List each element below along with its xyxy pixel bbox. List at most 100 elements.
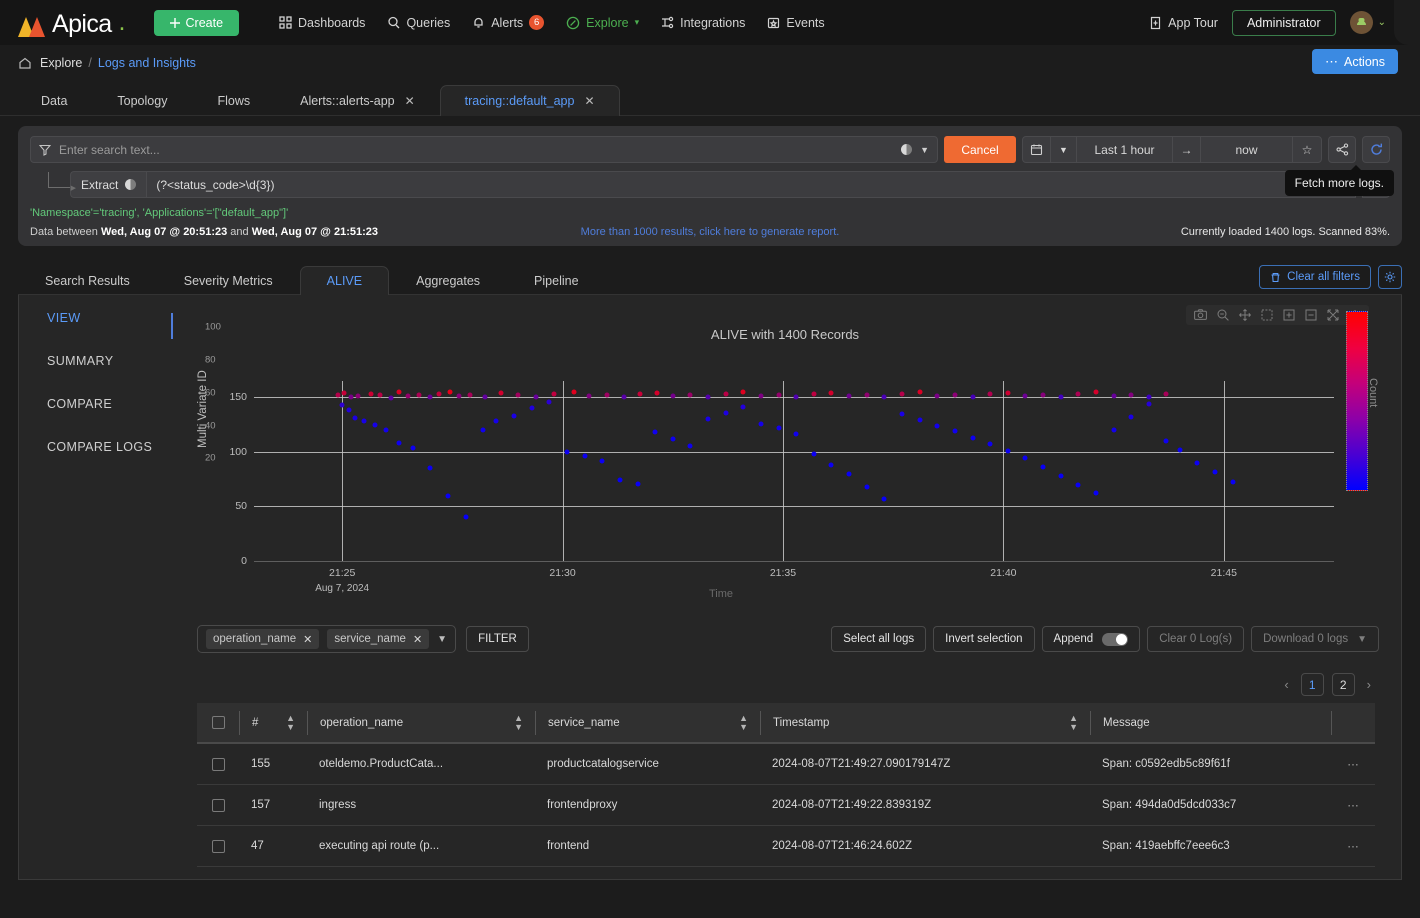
chart-data-point[interactable] — [917, 417, 923, 423]
chart-data-point[interactable] — [1230, 479, 1236, 485]
select-all-checkbox-cell[interactable] — [197, 711, 239, 735]
nav-item-explore[interactable]: Explore ▾ — [566, 16, 639, 30]
token-service-name[interactable]: service_name ✕ — [327, 629, 430, 649]
chart-data-point[interactable] — [864, 392, 870, 398]
row-checkbox[interactable] — [211, 757, 225, 771]
chart-data-point[interactable] — [582, 453, 588, 459]
chart-data-point[interactable] — [511, 413, 517, 419]
chart-data-point[interactable] — [341, 390, 347, 396]
column-header-operation-name[interactable]: operation_name ▲ ▼ — [307, 710, 535, 735]
chart-data-point[interactable] — [1128, 414, 1134, 420]
toggle-switch[interactable] — [1102, 632, 1129, 646]
time-from-value[interactable]: Last 1 hour — [1077, 137, 1173, 162]
row-checkbox[interactable] — [211, 839, 225, 853]
chart-data-point[interactable] — [533, 394, 539, 400]
table-row[interactable]: 47 executing api route (p... frontend 20… — [197, 826, 1375, 867]
chart-data-point[interactable] — [361, 418, 367, 424]
chart-data-point[interactable] — [617, 477, 623, 483]
chart-data-point[interactable] — [1146, 401, 1152, 407]
apica-logo[interactable]: Apica . — [18, 8, 126, 37]
close-icon[interactable]: ✕ — [584, 95, 594, 107]
chart-data-point[interactable] — [427, 394, 433, 400]
chart-data-point[interactable] — [467, 392, 473, 398]
chart-data-point[interactable] — [687, 443, 693, 449]
chart-data-point[interactable] — [355, 393, 361, 399]
sort-icon[interactable]: ▲ ▼ — [286, 714, 295, 731]
chart-data-point[interactable] — [1058, 473, 1064, 479]
extract-state-dot[interactable] — [125, 179, 137, 190]
chart-data-point[interactable] — [1005, 390, 1011, 396]
row-checkbox-cell[interactable] — [197, 798, 239, 812]
chart-data-point[interactable] — [1040, 464, 1046, 470]
refresh-button[interactable] — [1362, 136, 1390, 163]
tab-severity-metrics[interactable]: Severity Metrics — [157, 267, 300, 295]
chart-data-point[interactable] — [899, 411, 905, 417]
sort-icon[interactable]: ▲ ▼ — [739, 714, 748, 731]
row-checkbox[interactable] — [211, 798, 225, 812]
side-nav-compare-logs[interactable]: COMPARE LOGS — [47, 440, 174, 454]
nav-item-alerts[interactable]: Alerts 6 — [472, 15, 545, 30]
chart-data-point[interactable] — [654, 390, 660, 396]
download-logs-button[interactable]: Download 0 logs ▼ — [1251, 626, 1379, 652]
breadcrumb-current[interactable]: Logs and Insights — [98, 56, 196, 70]
nav-item-queries[interactable]: Queries — [387, 16, 450, 30]
chart-data-point[interactable] — [1093, 490, 1099, 496]
chart-data-point[interactable] — [480, 427, 486, 433]
chart-data-point[interactable] — [635, 481, 640, 487]
column-header-timestamp[interactable]: Timestamp ▲ ▼ — [760, 710, 1090, 735]
time-to-value[interactable]: now — [1201, 137, 1293, 162]
chart-data-point[interactable] — [740, 389, 746, 395]
chart-data-point[interactable] — [335, 392, 341, 398]
tab-data[interactable]: Data — [16, 86, 92, 116]
chart-data-point[interactable] — [604, 392, 610, 398]
chart-data-point[interactable] — [372, 422, 378, 428]
chart-data-point[interactable] — [970, 435, 976, 441]
chart-data-point[interactable] — [621, 394, 627, 400]
next-page-button[interactable]: › — [1363, 677, 1375, 692]
row-checkbox-cell[interactable] — [197, 839, 239, 853]
chart-data-point[interactable] — [463, 514, 469, 520]
chart-data-point[interactable] — [1058, 394, 1064, 400]
row-checkbox-cell[interactable] — [197, 757, 239, 771]
chart-data-point[interactable] — [352, 415, 358, 421]
chart-data-point[interactable] — [793, 431, 799, 437]
chart-data-point[interactable] — [586, 393, 592, 399]
chart-data-point[interactable] — [456, 393, 462, 399]
chart-data-point[interactable] — [846, 471, 852, 477]
chart-data-point[interactable] — [529, 405, 535, 411]
chevron-down-icon[interactable]: ▼ — [1357, 634, 1367, 645]
administrator-button[interactable]: Administrator — [1231, 9, 1336, 36]
chart-data-point[interactable] — [899, 391, 905, 397]
actions-button[interactable]: ⋯ Actions — [1312, 49, 1398, 74]
clear-all-filters-button[interactable]: Clear all filters — [1259, 265, 1371, 289]
search-mode-toggle[interactable] — [901, 144, 913, 155]
chart-data-point[interactable] — [346, 407, 352, 413]
table-row[interactable]: 157 ingress frontendproxy 2024-08-07T21:… — [197, 785, 1375, 826]
tab-flows[interactable]: Flows — [192, 86, 275, 116]
chart-data-point[interactable] — [811, 451, 817, 457]
chart-data-point[interactable] — [987, 391, 993, 397]
chart-data-point[interactable] — [1177, 447, 1183, 453]
chart-data-point[interactable] — [599, 458, 605, 464]
chart-data-point[interactable] — [881, 394, 887, 400]
chart-data-point[interactable] — [776, 425, 782, 431]
chart-data-point[interactable] — [410, 445, 416, 451]
chart-data-point[interactable] — [793, 394, 799, 400]
side-nav-summary[interactable]: SUMMARY — [47, 354, 174, 368]
page-button-2[interactable]: 2 — [1331, 673, 1355, 696]
chart-data-point[interactable] — [758, 393, 764, 399]
search-input[interactable] — [59, 142, 894, 157]
box-select-icon[interactable] — [1261, 309, 1273, 321]
user-menu[interactable]: ⌄ — [1349, 11, 1386, 34]
chart-data-point[interactable] — [515, 392, 521, 398]
chart-data-point[interactable] — [396, 389, 402, 395]
chart-data-point[interactable] — [705, 416, 711, 422]
chart-data-point[interactable] — [447, 389, 453, 395]
chart-data-point[interactable] — [436, 391, 442, 397]
chart-data-point[interactable] — [652, 429, 658, 435]
chart-data-point[interactable] — [828, 462, 834, 468]
calendar-icon[interactable] — [1023, 137, 1051, 162]
chart-data-point[interactable] — [1163, 438, 1169, 444]
nav-item-events[interactable]: Events — [767, 16, 825, 30]
row-actions-button[interactable]: ⋯ — [1331, 839, 1375, 853]
